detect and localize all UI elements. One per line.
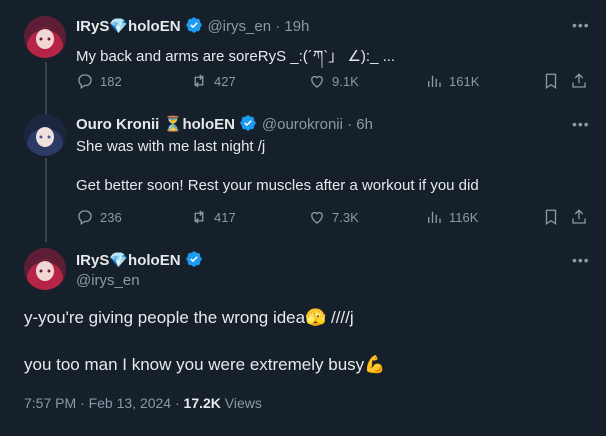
views-count: 17.2K: [183, 395, 221, 411]
reply-count: 182: [100, 73, 122, 89]
retweet-icon: [194, 210, 204, 224]
action-bar: 182 427 9.1K 161K: [76, 72, 586, 92]
bookmark-button[interactable]: [542, 208, 560, 226]
emoji-peeking: 🫣: [305, 308, 327, 327]
views-button[interactable]: 161K: [425, 72, 479, 90]
handle[interactable]: @irys_en: [76, 272, 140, 289]
reply-count: 236: [100, 209, 122, 225]
display-name-suffix[interactable]: holoEN: [182, 116, 235, 133]
display-name[interactable]: IRyS: [76, 252, 109, 269]
action-bar: 236 417 7.3K 116K: [76, 208, 586, 228]
retweet-count: 417: [214, 209, 236, 225]
verified-badge-icon: [185, 250, 203, 273]
views-button[interactable]: 116K: [425, 208, 478, 226]
bookmark-icon: [545, 73, 557, 90]
main-text-line2: you too man I know you were extremely bu…: [24, 355, 365, 374]
name-emoji: ⏳: [163, 116, 183, 133]
view-count: 161K: [449, 73, 480, 89]
display-name-suffix[interactable]: holoEN: [128, 18, 181, 35]
display-name[interactable]: IRyS: [76, 18, 109, 35]
reply-button[interactable]: 236: [76, 208, 122, 226]
more-options-icon[interactable]: •••: [572, 17, 590, 33]
display-name[interactable]: Ouro Kronii: [76, 116, 159, 133]
main-text-line1: y-you're giving people the wrong idea: [24, 308, 306, 327]
retweet-button[interactable]: 417: [190, 208, 236, 226]
handle-and-time[interactable]: @irys_en · 19h: [207, 18, 309, 35]
heart-icon: [311, 75, 323, 88]
tweet-meta: 7:57 PM · Feb 13, 2024 · 17.2K Views: [24, 395, 262, 411]
tweet-header: IRyS💎holoEN @irys_en · 19h: [76, 16, 309, 39]
avatar[interactable]: [24, 16, 66, 58]
tweet-header: IRyS💎holoEN: [76, 250, 203, 273]
bookmark-button[interactable]: [542, 72, 560, 90]
main-tweet-line2: you too man I know you were extremely bu…: [24, 355, 385, 375]
verified-badge-icon: [185, 16, 203, 39]
share-icon: [572, 73, 586, 88]
like-count: 7.3K: [332, 209, 359, 225]
retweet-count: 427: [214, 73, 236, 89]
bookmark-icon: [545, 209, 557, 226]
tweet-text-line1: She was with me last night /j: [76, 138, 266, 155]
retweet-icon: [194, 74, 204, 88]
tweet-header: Ouro Kronii ⏳holoEN @ourokronii · 6h: [76, 114, 373, 137]
timestamp[interactable]: 7:57 PM · Feb 13, 2024 ·: [24, 395, 184, 411]
views-label: Views: [220, 395, 262, 411]
tweet-text-line2: Get better soon! Rest your muscles after…: [76, 177, 479, 194]
handle-and-time[interactable]: @ourokronii · 6h: [262, 116, 373, 133]
like-button[interactable]: 9.1K: [308, 72, 359, 90]
name-emoji: 💎: [109, 252, 129, 269]
views-chart-icon: [428, 75, 441, 87]
reply-icon: [78, 74, 92, 90]
main-text-line1-end: ////j: [326, 308, 354, 327]
thread-line: [45, 62, 47, 114]
main-tweet-line1: y-you're giving people the wrong idea🫣 /…: [24, 308, 354, 328]
share-button[interactable]: [570, 208, 588, 226]
reply-button[interactable]: 182: [76, 72, 122, 90]
more-options-icon[interactable]: •••: [572, 116, 590, 132]
thread-line: [45, 158, 47, 242]
reply-icon: [78, 210, 92, 226]
view-count: 116K: [449, 209, 479, 225]
like-button[interactable]: 7.3K: [308, 208, 359, 226]
name-emoji: 💎: [109, 18, 129, 35]
heart-icon: [311, 211, 323, 224]
display-name-suffix[interactable]: holoEN: [128, 252, 181, 269]
share-button[interactable]: [570, 72, 588, 90]
verified-badge-icon: [239, 114, 257, 137]
views-chart-icon: [428, 211, 441, 223]
like-count: 9.1K: [332, 73, 359, 89]
share-icon: [572, 209, 586, 224]
more-options-icon[interactable]: •••: [572, 252, 590, 268]
emoji-flexed-bicep: 💪: [364, 355, 386, 374]
avatar[interactable]: [24, 248, 66, 290]
avatar[interactable]: [24, 114, 66, 156]
retweet-button[interactable]: 427: [190, 72, 236, 90]
